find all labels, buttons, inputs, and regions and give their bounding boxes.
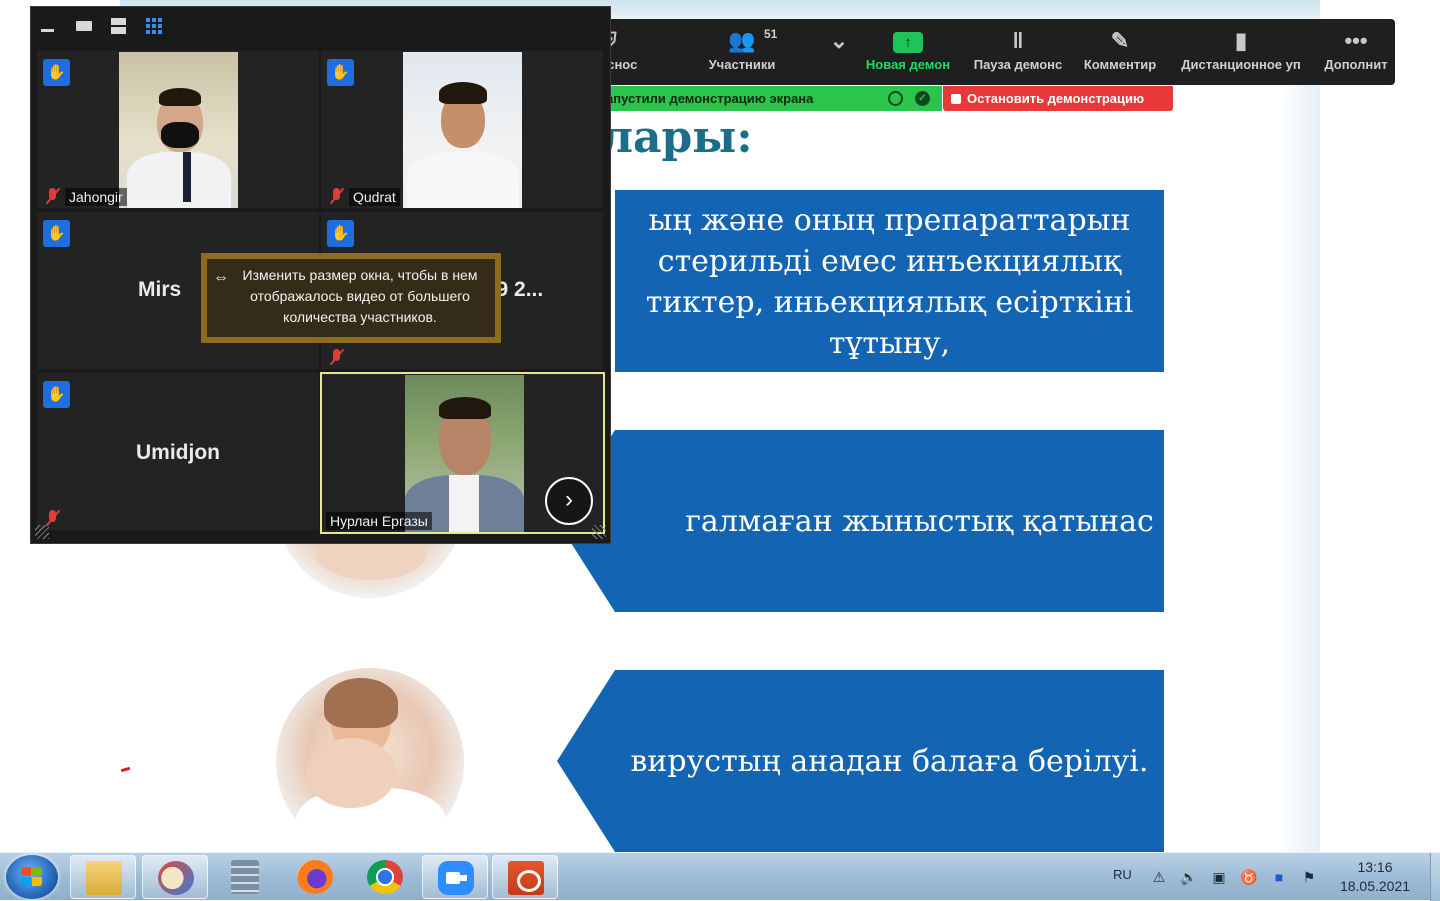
resize-tooltip: ⇔ Изменить размер окна, чтобы в нем отоб…	[201, 253, 501, 343]
stop-share-label: Остановить демонстрацию	[967, 91, 1145, 106]
volume-icon[interactable]: 🔈	[1180, 868, 1198, 886]
pencil-icon: ✎	[1110, 28, 1130, 53]
strip-view-icon[interactable]	[110, 17, 128, 35]
clock[interactable]: 13:16 18.05.2021	[1330, 858, 1420, 896]
participants-count: 51	[764, 27, 778, 41]
participants-label: Участники	[708, 57, 776, 72]
taskbar-calculator[interactable]	[212, 855, 278, 899]
taskbar-chrome[interactable]	[352, 855, 418, 899]
raised-hand-icon: ✋	[43, 220, 70, 247]
participant-tile[interactable]: ✋ Umidjon	[37, 373, 319, 530]
resize-arrows-icon: ⇔	[213, 269, 229, 286]
participant-video	[403, 52, 522, 208]
powerpoint-icon	[508, 861, 544, 895]
mic-muted-icon	[328, 348, 346, 366]
network-status-icon[interactable]	[888, 91, 903, 106]
slide-box-mother-child: вирустың анадан балаға берілуі.	[615, 670, 1164, 852]
mic-muted-icon	[44, 187, 62, 205]
participants-caret-button[interactable]: ⌄	[824, 19, 854, 85]
network-icon[interactable]: ▣	[1210, 868, 1228, 886]
slide-box-injection: ың және оның препараттарын стерильді еме…	[615, 190, 1164, 372]
taskbar-explorer[interactable]	[70, 855, 136, 899]
start-button[interactable]	[6, 855, 58, 899]
new-share-button[interactable]: ↑ Новая демон	[859, 19, 957, 85]
video-gallery-panel[interactable]: ✋ Jahongir ✋ Qudrat ✋ Mirs ✋ И (э9 2... …	[30, 6, 611, 544]
sharing-status-text: апустили демонстрацию экрана	[606, 91, 814, 106]
shield-check-icon[interactable]: ✓	[915, 91, 930, 106]
grid-view-icon[interactable]	[145, 17, 163, 35]
participant-name: Jahongir	[65, 188, 127, 206]
clock-date: 18.05.2021	[1339, 878, 1411, 894]
raised-hand-icon: ✋	[327, 220, 354, 247]
raised-hand-icon: ✋	[327, 59, 354, 86]
active-speaker-tile[interactable]: › Нурлан Ергазы	[320, 372, 605, 534]
taskbar-zoom[interactable]	[422, 855, 488, 899]
ellipsis-icon: •••	[1344, 28, 1368, 53]
new-share-label: Новая демон	[865, 57, 951, 72]
gallery-toolbar	[31, 7, 610, 47]
pause-share-label: Пауза демонс	[973, 57, 1063, 72]
participant-name: Umidjon	[136, 441, 220, 464]
raised-hand-icon: ✋	[43, 59, 70, 86]
annotate-button[interactable]: ✎ Комментир	[1078, 19, 1162, 85]
taskbar-firefox[interactable]	[282, 855, 348, 899]
participant-name: Нурлан Ергазы	[326, 512, 432, 530]
more-label: Дополнит	[1324, 57, 1388, 72]
chrome-icon	[367, 860, 403, 894]
participant-video	[405, 375, 524, 532]
mic-muted-icon	[328, 187, 346, 205]
calculator-icon	[231, 860, 259, 894]
zoom-share-toolbar: ⛨ аснос 👥 Участники 51 ⌄ ↑ Новая демон ‖…	[600, 19, 1395, 85]
show-desktop-button[interactable]	[1430, 853, 1440, 901]
tooltip-body: ⇔ Изменить размер окна, чтобы в нем отоб…	[207, 259, 495, 337]
annotate-label: Комментир	[1083, 57, 1157, 72]
stop-share-button[interactable]: Остановить демонстрацию	[943, 86, 1173, 111]
firefox-icon	[297, 860, 333, 894]
chevron-down-icon: ⌄	[829, 28, 849, 53]
zoom-tray-icon[interactable]: ■	[1270, 868, 1288, 886]
mouse-icon: ▮	[1234, 28, 1248, 53]
tooltip-text: Изменить размер окна, чтобы в нем отобра…	[242, 267, 478, 325]
participant-video	[119, 52, 238, 208]
resize-grip-icon[interactable]	[35, 525, 49, 539]
taskbar-powerpoint[interactable]	[492, 855, 558, 899]
stop-icon	[951, 94, 961, 104]
zoom-camera-icon	[438, 861, 474, 895]
more-button[interactable]: ••• Дополнит	[1320, 19, 1392, 85]
share-up-arrow-icon: ↑	[893, 32, 923, 53]
resize-grip-icon[interactable]	[592, 525, 606, 539]
keyboard-warning-icon[interactable]: ⚠	[1150, 868, 1168, 886]
slide-box-sexual: галмаған жыныстық қатынас	[615, 430, 1164, 612]
remote-control-button[interactable]: ▮ Дистанционное уп	[1174, 19, 1308, 85]
headset-icon[interactable]: ♉	[1240, 868, 1258, 886]
minimize-icon[interactable]	[39, 17, 57, 35]
participant-tile[interactable]: ✋ Qudrat	[321, 51, 603, 208]
system-tray: RU ⚠ 🔈 ▣ ♉ ■ ⚑ 13:16 18.05.2021	[1100, 853, 1440, 901]
clock-time: 13:16	[1357, 859, 1393, 875]
raised-hand-icon: ✋	[43, 381, 70, 408]
remote-control-label: Дистанционное уп	[1181, 57, 1301, 72]
mother-baby-photo	[276, 668, 464, 852]
slide-title: лары:	[602, 112, 753, 163]
participant-tile[interactable]: ✋ Jahongir	[37, 51, 319, 208]
slide-right-band	[1280, 20, 1320, 852]
pause-share-button[interactable]: ‖ Пауза демонс	[967, 19, 1069, 85]
action-center-flag-icon[interactable]: ⚑	[1300, 868, 1318, 886]
windows-logo-icon	[21, 867, 43, 887]
speaker-view-icon[interactable]	[75, 17, 93, 35]
folder-icon	[86, 861, 122, 895]
language-indicator[interactable]: RU	[1113, 867, 1132, 882]
next-page-button[interactable]: ›	[545, 477, 593, 525]
taskbar-paint[interactable]	[142, 855, 208, 899]
paint-palette-icon	[158, 861, 194, 895]
sharing-status-bar: апустили демонстрацию экрана ✓	[600, 86, 942, 111]
participant-name: Qudrat	[349, 188, 400, 206]
windows-taskbar: RU ⚠ 🔈 ▣ ♉ ■ ⚑ 13:16 18.05.2021	[0, 852, 1440, 901]
slide-box-notch	[557, 670, 615, 852]
pause-icon: ‖	[1012, 28, 1024, 53]
